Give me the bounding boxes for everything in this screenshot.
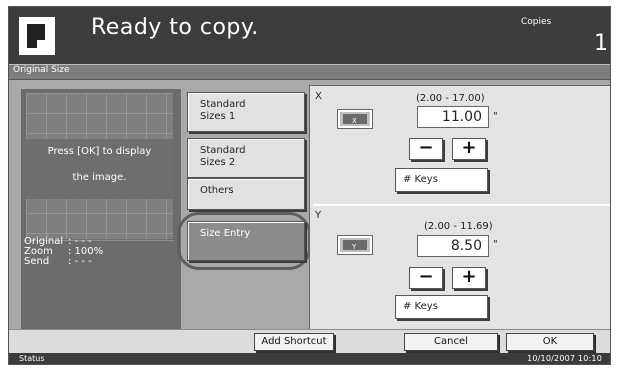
preview-panel: Press [OK] to display the image.: [21, 89, 181, 337]
section-title: Original Size: [9, 64, 610, 80]
x-minus-button[interactable]: −: [409, 138, 443, 160]
page-title: Ready to copy.: [91, 15, 259, 40]
ok-button[interactable]: OK: [506, 333, 594, 351]
y-dimension-icon: Y: [337, 235, 373, 255]
date-time: 10/10/2007 10:10: [527, 354, 602, 363]
xy-divider: [313, 204, 610, 206]
info-send: Send: - - -: [24, 256, 92, 267]
status-bar: Status 10/10/2007 10:10: [9, 353, 610, 364]
copy-screen: Ready to copy. Copies 1 Original Size Pr…: [8, 6, 611, 365]
y-numeric-keys-button[interactable]: # Keys: [395, 295, 488, 319]
preview-info: Original: - - - Zoom: 100% Send: - - -: [24, 237, 174, 267]
y-axis-label: Y: [315, 210, 322, 221]
footer-bar: Add Shortcut Cancel OK: [9, 329, 610, 354]
x-axis-label: X: [315, 91, 322, 102]
x-numeric-keys-button[interactable]: # Keys: [395, 168, 488, 192]
x-plus-button[interactable]: +: [452, 138, 486, 160]
others-button[interactable]: Others: [187, 178, 305, 210]
header-bar: Ready to copy. Copies 1: [9, 7, 610, 64]
x-value-field[interactable]: 11.00: [417, 106, 489, 128]
x-range: (2.00 - 17.00): [416, 93, 485, 104]
y-minus-button[interactable]: −: [409, 267, 443, 289]
status-label[interactable]: Status: [19, 354, 45, 363]
preview-message: Press [OK] to display the image.: [26, 139, 173, 199]
y-unit: ": [493, 239, 498, 250]
x-dimension-icon: X: [337, 109, 373, 129]
y-plus-button[interactable]: +: [452, 267, 486, 289]
size-entry-button[interactable]: Size Entry: [187, 221, 305, 261]
copies-count: 1: [594, 31, 608, 56]
add-shortcut-button[interactable]: Add Shortcut: [254, 333, 334, 351]
x-unit: ": [493, 111, 498, 122]
y-range: (2.00 - 11.69): [424, 221, 493, 232]
document-icon: [19, 17, 55, 55]
copies-label: Copies: [521, 17, 552, 27]
standard-sizes-1-button[interactable]: Standard Sizes 1: [187, 92, 305, 132]
standard-sizes-2-button[interactable]: Standard Sizes 2: [187, 138, 305, 178]
y-value-field[interactable]: 8.50: [417, 235, 489, 257]
cancel-button[interactable]: Cancel: [404, 333, 498, 351]
